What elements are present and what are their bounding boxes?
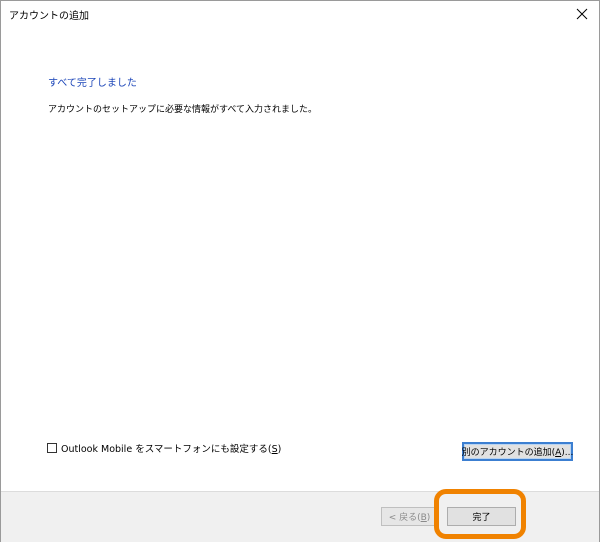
- completion-heading: すべて完了しました: [48, 78, 137, 89]
- dialog-content: すべて完了しました アカウントのセットアップに必要な情報がすべて入力されました。…: [1, 29, 599, 491]
- add-account-dialog: アカウントの追加 すべて完了しました アカウントのセットアップに必要な情報がすべ…: [0, 0, 600, 542]
- close-icon: [576, 8, 588, 20]
- dialog-footer: < 戻る(B) 完了: [1, 491, 599, 542]
- mobile-setup-label: Outlook Mobile をスマートフォンにも設定する(S): [61, 444, 282, 455]
- mobile-setup-checkbox[interactable]: [47, 443, 57, 453]
- window-title: アカウントの追加: [9, 11, 89, 22]
- close-button[interactable]: [569, 3, 595, 25]
- completion-description: アカウントのセットアップに必要な情報がすべて入力されました。: [48, 105, 318, 115]
- back-button-label: < 戻る(B): [388, 513, 431, 523]
- add-another-account-button[interactable]: 別のアカウントの追加(A)...: [462, 442, 573, 461]
- back-button[interactable]: < 戻る(B): [381, 507, 438, 526]
- add-another-account-label: 別のアカウントの追加(A)...: [461, 448, 574, 458]
- title-bar: アカウントの追加: [1, 1, 599, 29]
- finish-button-label: 完了: [472, 513, 491, 523]
- mobile-setup-option[interactable]: Outlook Mobile をスマートフォンにも設定する(S): [47, 441, 281, 455]
- finish-button[interactable]: 完了: [447, 507, 516, 526]
